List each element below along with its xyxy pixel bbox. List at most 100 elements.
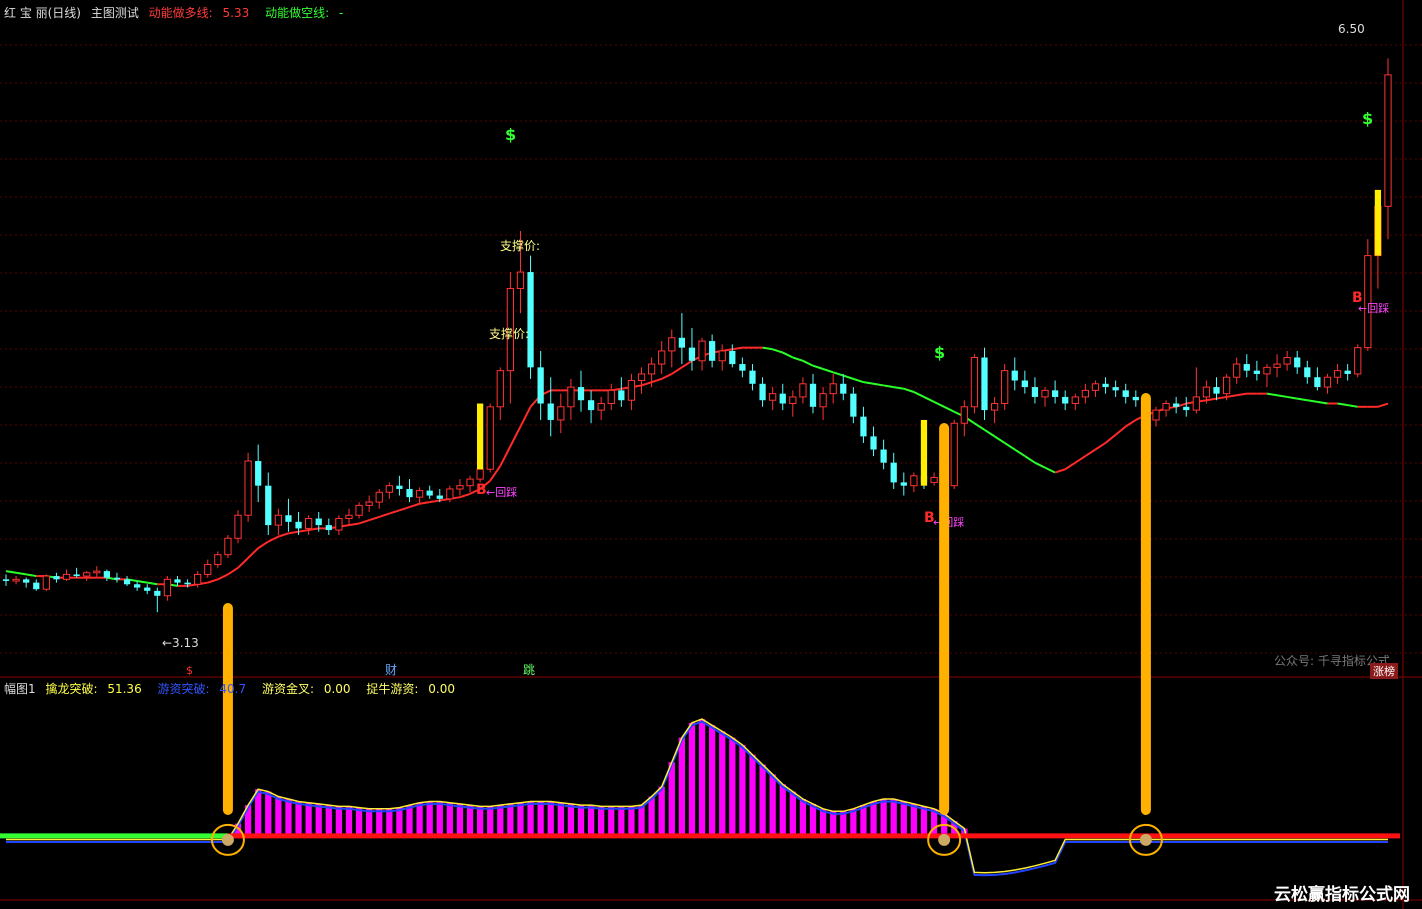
ma-segment	[1064, 461, 1076, 471]
ma-segment	[1337, 402, 1348, 407]
candle-body	[930, 476, 938, 483]
candle-body	[759, 383, 766, 401]
candle-body	[779, 393, 786, 404]
candle-body	[900, 482, 907, 486]
ma-segment	[136, 579, 148, 584]
sub-bar	[557, 802, 564, 836]
candle-body	[870, 436, 877, 450]
candle-body	[1173, 403, 1180, 407]
candle-body	[729, 350, 736, 365]
candle-body	[709, 341, 716, 361]
ma-segment	[1034, 461, 1046, 469]
candle-body	[42, 575, 50, 590]
short-line-label: 动能做空线: -	[265, 6, 344, 20]
ma-segment	[1014, 448, 1026, 457]
sub-bar	[295, 801, 302, 836]
ma-segment	[842, 374, 854, 380]
candle-body	[537, 367, 544, 404]
ma-segment	[1054, 468, 1066, 474]
sub-item-2: 游资金叉: 0.00	[261, 682, 351, 696]
sub-bar	[709, 725, 716, 836]
candle-body	[1132, 396, 1139, 401]
signal-pillar	[1140, 393, 1151, 815]
sub-blue-line	[6, 720, 1388, 877]
ma-segment	[389, 509, 400, 515]
ma-segment	[298, 529, 309, 533]
candle-body	[637, 373, 646, 382]
ma-segment	[853, 377, 864, 384]
money-bag-icon	[1139, 833, 1152, 846]
candle-body	[345, 514, 353, 520]
candle-body	[1384, 74, 1392, 207]
candle-body	[1031, 387, 1039, 397]
sub-panel-name[interactable]: 幅图1	[4, 682, 36, 696]
ma-segment	[1347, 404, 1358, 408]
ma-segment	[409, 502, 420, 508]
dollar-sign-3: $	[1362, 109, 1373, 128]
candle-body	[1222, 376, 1231, 395]
candle-body	[103, 571, 111, 578]
candle-body	[1112, 387, 1119, 391]
candle-body	[799, 383, 807, 398]
candle-body	[415, 490, 424, 498]
sub-bar	[779, 784, 786, 836]
sub-bar	[729, 737, 736, 836]
sub-bar	[739, 744, 746, 836]
candle-body	[12, 578, 20, 582]
candle-body	[365, 501, 373, 506]
candle-body	[577, 387, 585, 401]
sub-bar	[668, 762, 675, 836]
signal-bar	[920, 419, 928, 486]
ma-segment	[288, 530, 299, 535]
candle-body	[1152, 409, 1160, 421]
candle-body	[1202, 386, 1211, 398]
sub-bar	[466, 805, 474, 836]
support-label-1: 支撑价:	[500, 238, 540, 253]
sub-bar	[285, 799, 292, 836]
sub-bar	[789, 791, 796, 836]
ma-segment	[207, 578, 219, 584]
sub-bar	[910, 803, 918, 836]
candle-body	[1243, 364, 1250, 371]
cai-tag: 财	[385, 663, 397, 677]
candle-body	[1344, 370, 1351, 374]
indicator-name[interactable]: 主图测试	[91, 6, 139, 20]
sub-bar	[769, 774, 776, 836]
ma-segment	[1266, 392, 1278, 397]
sub-bar	[315, 803, 322, 836]
candle-body	[1122, 390, 1129, 397]
sub-bar	[628, 806, 635, 836]
sub-bar	[698, 719, 706, 836]
candle-body	[607, 389, 615, 405]
sub-bar	[719, 731, 726, 836]
sub-bar	[366, 808, 373, 836]
candle-body	[1354, 347, 1362, 375]
stock-name[interactable]: 红 宝 丽(日线)	[4, 6, 81, 20]
sub-bar	[830, 811, 837, 836]
sub-bar	[658, 786, 665, 836]
candle-body	[325, 525, 332, 531]
candle-body	[1162, 403, 1170, 411]
zhang-bang-tag[interactable]: 涨榜	[1370, 663, 1398, 679]
candle-body	[255, 461, 262, 486]
sub-bar	[638, 805, 645, 836]
ma-segment	[15, 571, 27, 576]
ma-segment	[247, 547, 259, 559]
ma-segment	[368, 515, 380, 522]
sub-header: 幅图1 擒龙突破: 51.36 游资突破: 40.7 游资金叉: 0.00 捉牛…	[4, 680, 467, 697]
long-line-label: 动能做多线: 5.33	[148, 6, 250, 20]
sub-bar	[325, 805, 332, 836]
ma-segment	[5, 570, 17, 574]
candle-body	[1263, 366, 1271, 375]
ma-segment	[772, 348, 784, 354]
candle-body	[960, 406, 968, 424]
candle-body	[840, 383, 847, 394]
candle-body	[265, 485, 272, 526]
candle-body	[890, 462, 897, 483]
candle-body	[375, 491, 383, 503]
ma-segment	[1074, 455, 1086, 464]
sub-bar	[678, 737, 685, 836]
sub-bar	[840, 811, 847, 836]
sub-bar	[688, 722, 696, 836]
dollar-sign-2: $	[934, 343, 945, 362]
